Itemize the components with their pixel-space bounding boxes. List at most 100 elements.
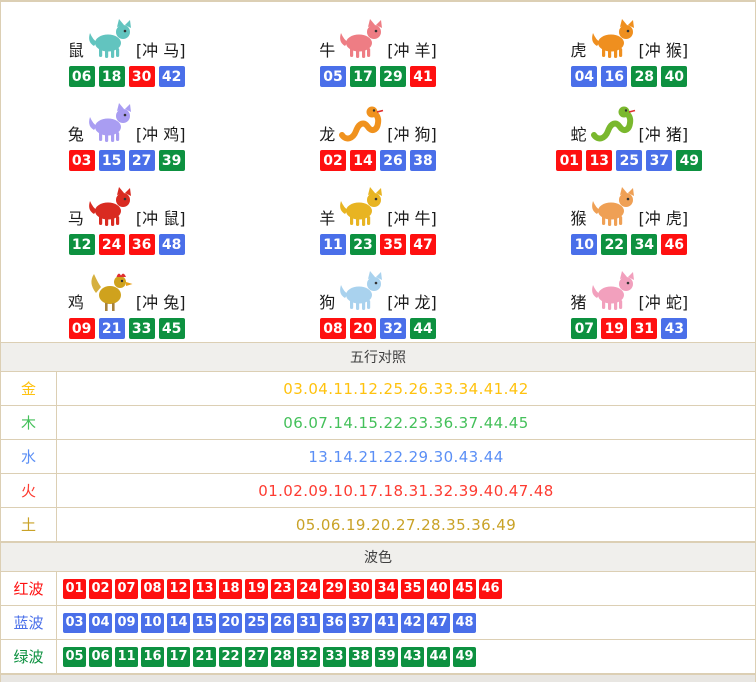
rabbit-icon <box>86 101 134 145</box>
number-badge: 04 <box>571 66 597 87</box>
zodiac-number-badges: 12243648 <box>67 234 187 255</box>
element-label: 水 <box>1 440 57 473</box>
number-badge: 42 <box>159 66 185 87</box>
number-badge: 30 <box>129 66 155 87</box>
number-badge: 28 <box>631 66 657 87</box>
five-elements-table: 金03.04.11.12.25.26.33.34.41.42木06.07.14.… <box>1 372 755 542</box>
number-badge: 15 <box>193 613 216 633</box>
number-badge: 40 <box>427 579 450 599</box>
number-badge: 07 <box>115 579 138 599</box>
number-badge: 11 <box>320 234 346 255</box>
zodiac-cell: 狗[冲 龙]08203244 <box>252 258 503 342</box>
number-badge: 48 <box>453 613 476 633</box>
number-badge: 35 <box>380 234 406 255</box>
zodiac-number-badges: 02142638 <box>318 150 438 171</box>
tiger-icon <box>589 17 637 61</box>
zodiac-cell: 猪[冲 蛇]07193143 <box>504 258 755 342</box>
number-badge: 48 <box>159 234 185 255</box>
zodiac-cell: 猴 [冲 虎] 10223446 <box>504 174 755 258</box>
number-badge: 33 <box>129 318 155 339</box>
element-row: 水13.14.21.22.29.30.43.44 <box>1 440 755 474</box>
wave-row: 蓝波03040910141520252631363741424748 <box>1 606 755 640</box>
element-label: 土 <box>1 508 57 541</box>
goat-icon <box>337 185 385 229</box>
number-badge: 49 <box>676 150 702 171</box>
element-numbers: 13.14.21.22.29.30.43.44 <box>57 440 755 473</box>
number-badge: 35 <box>401 579 424 599</box>
zodiac-name-label: 猴 <box>571 209 587 229</box>
number-badge: 38 <box>410 150 436 171</box>
element-numbers: 03.04.11.12.25.26.33.34.41.42 <box>57 372 755 405</box>
wave-label: 绿波 <box>1 640 57 673</box>
number-badge: 44 <box>427 647 450 667</box>
wave-row: 绿波05061116172122272832333839434449 <box>1 640 755 674</box>
wave-number-badges: 0102070812131819232429303435404546 <box>57 572 755 605</box>
zodiac-name-label: 虎 <box>571 41 587 61</box>
number-badge: 01 <box>556 150 582 171</box>
number-badge: 03 <box>69 150 95 171</box>
wave-label: 蓝波 <box>1 606 57 639</box>
number-badge: 17 <box>350 66 376 87</box>
number-badge: 05 <box>63 647 86 667</box>
number-badge: 14 <box>167 613 190 633</box>
monkey-icon <box>589 185 637 229</box>
number-badge: 13 <box>193 579 216 599</box>
zodiac-cell: 鸡[冲 兔]09213345 <box>1 258 252 342</box>
zodiac-number-badges: 05172941 <box>318 66 438 87</box>
zodiac-cell: 龙[冲 狗]02142638 <box>252 90 503 174</box>
number-badge: 06 <box>89 647 112 667</box>
number-badge: 30 <box>349 579 372 599</box>
element-label: 火 <box>1 474 57 507</box>
zodiac-title: 猴 [冲 虎] <box>571 185 689 229</box>
zodiac-name-label: 鸡 <box>68 293 84 313</box>
number-badge: 27 <box>245 647 268 667</box>
number-badge: 02 <box>89 579 112 599</box>
number-badge: 41 <box>410 66 436 87</box>
zodiac-number-badges: 10223446 <box>569 234 689 255</box>
number-badge: 26 <box>271 613 294 633</box>
horse-icon <box>86 185 134 229</box>
wave-colors-table: 红波0102070812131819232429303435404546蓝波03… <box>1 572 755 674</box>
number-badge: 29 <box>380 66 406 87</box>
number-badge: 15 <box>99 150 125 171</box>
element-numbers: 01.02.09.10.17.18.31.32.39.40.47.48 <box>57 474 755 507</box>
number-badge: 03 <box>63 613 86 633</box>
number-badge: 47 <box>427 613 450 633</box>
zodiac-clash-label: [冲 蛇] <box>639 293 689 313</box>
element-row: 土05.06.19.20.27.28.35.36.49 <box>1 508 755 542</box>
number-badge: 06 <box>69 66 95 87</box>
number-badge: 05 <box>320 66 346 87</box>
rooster-icon <box>86 269 134 313</box>
number-badge: 24 <box>99 234 125 255</box>
number-badge: 16 <box>601 66 627 87</box>
element-numbers: 06.07.14.15.22.23.36.37.44.45 <box>57 406 755 439</box>
number-badge: 12 <box>69 234 95 255</box>
number-badge: 44 <box>410 318 436 339</box>
element-label: 木 <box>1 406 57 439</box>
element-row: 火01.02.09.10.17.18.31.32.39.40.47.48 <box>1 474 755 508</box>
zodiac-title: 羊[冲 牛] <box>319 185 437 229</box>
zodiac-title: 虎[冲 猴] <box>571 17 689 61</box>
number-badge: 37 <box>349 613 372 633</box>
element-label: 金 <box>1 372 57 405</box>
number-badge: 18 <box>219 579 242 599</box>
five-elements-header: 五行对照 <box>1 342 755 372</box>
number-badge: 46 <box>479 579 502 599</box>
zodiac-title: 狗[冲 龙] <box>319 269 437 313</box>
number-badge: 26 <box>380 150 406 171</box>
number-badge: 38 <box>349 647 372 667</box>
number-badge: 20 <box>350 318 376 339</box>
rat-icon <box>86 17 134 61</box>
number-badge: 37 <box>646 150 672 171</box>
zodiac-title: 蛇[冲 猪] <box>571 101 689 145</box>
number-badge: 10 <box>141 613 164 633</box>
zodiac-title: 鼠[冲 马] <box>68 17 186 61</box>
wave-number-badges: 03040910141520252631363741424748 <box>57 606 755 639</box>
zodiac-name-label: 兔 <box>68 125 84 145</box>
number-badge: 41 <box>375 613 398 633</box>
zodiac-number-badges: 09213345 <box>67 318 187 339</box>
zodiac-number-badges: 04162840 <box>569 66 689 87</box>
zodiac-name-label: 马 <box>68 209 84 229</box>
zodiac-clash-label: [冲 虎] <box>639 209 689 229</box>
number-badge: 23 <box>350 234 376 255</box>
